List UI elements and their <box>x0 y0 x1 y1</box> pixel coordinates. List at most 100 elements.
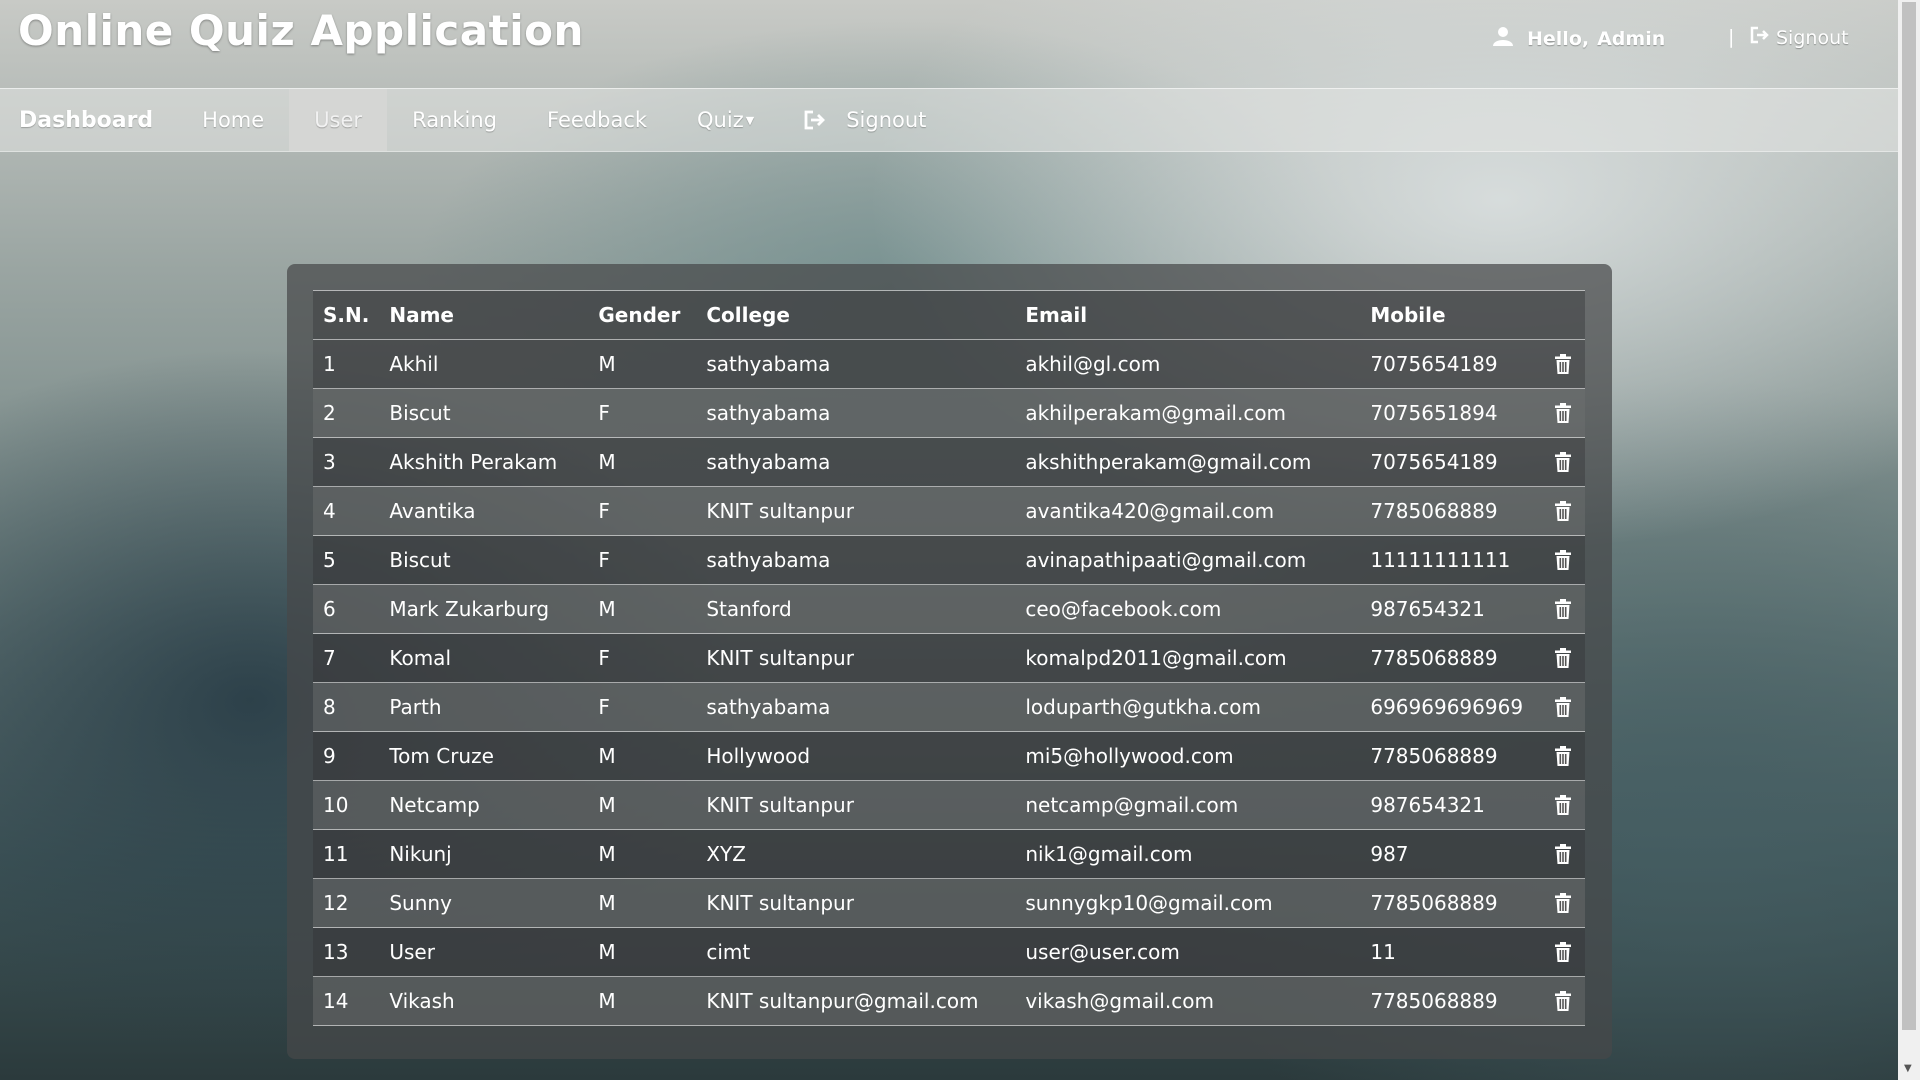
cell-gender: F <box>588 535 697 585</box>
cell-college: KNIT sultanpur <box>696 486 1016 536</box>
users-panel: S.N. Name Gender College Email Mobile 1A… <box>287 264 1612 1059</box>
cell-name: Nikunj <box>379 829 589 879</box>
cell-college: Hollywood <box>696 731 1016 781</box>
cell-college: KNIT sultanpur@gmail.com <box>696 976 1016 1026</box>
header: Online Quiz Application Hello, Admin | S… <box>0 0 1898 88</box>
delete-user-button[interactable] <box>1540 584 1585 634</box>
column-header-mobile: Mobile <box>1360 290 1541 340</box>
cell-gender: M <box>588 878 697 928</box>
nav-item-ranking[interactable]: Ranking <box>387 89 522 151</box>
cell-name: Biscut <box>379 388 589 438</box>
cell-college: KNIT sultanpur <box>696 633 1016 683</box>
cell-mobile: 987654321 <box>1360 780 1541 830</box>
nav-item-feedback[interactable]: Feedback <box>522 89 672 151</box>
cell-mobile: 11 <box>1360 927 1541 977</box>
cell-name: Tom Cruze <box>379 731 589 781</box>
cell-college: Stanford <box>696 584 1016 634</box>
greeting-hello: Hello, <box>1527 27 1590 50</box>
delete-user-button[interactable] <box>1540 633 1585 683</box>
cell-email: avinapathipaati@gmail.com <box>1015 535 1361 585</box>
signout-icon <box>1750 26 1770 49</box>
cell-college: KNIT sultanpur <box>696 878 1016 928</box>
table-header-row: S.N. Name Gender College Email Mobile <box>313 290 1585 340</box>
trash-icon <box>1550 354 1575 374</box>
delete-user-button[interactable] <box>1540 780 1585 830</box>
signout-icon <box>804 110 826 130</box>
cell-mobile: 987 <box>1360 829 1541 879</box>
cell-gender: F <box>588 682 697 732</box>
delete-user-button[interactable] <box>1540 486 1585 536</box>
cell-email: akshithperakam@gmail.com <box>1015 437 1361 487</box>
column-header-gender: Gender <box>588 290 697 340</box>
table-row: 3 Akshith Perakam Msathyabama akshithperaka… <box>313 437 1585 487</box>
nav-item-signout-label: Signout <box>846 108 927 132</box>
cell-email: akhil@gl.com <box>1015 339 1361 389</box>
cell-college: sathyabama <box>696 388 1016 438</box>
delete-user-button[interactable] <box>1540 878 1585 928</box>
table-row: 8 Parth Fsathyabama loduparth@gutkha.com 696… <box>313 682 1585 732</box>
cell-sn: 8 <box>313 682 380 732</box>
delete-user-button[interactable] <box>1540 976 1585 1026</box>
trash-icon <box>1550 893 1575 913</box>
app-title: Online Quiz Application <box>18 6 584 55</box>
cell-gender: M <box>588 437 697 487</box>
cell-mobile: 7075654189 <box>1360 437 1541 487</box>
cell-name: Biscut <box>379 535 589 585</box>
cell-sn: 3 <box>313 437 380 487</box>
delete-user-button[interactable] <box>1540 437 1585 487</box>
delete-user-button[interactable] <box>1540 339 1585 389</box>
table-row: 5 Biscut Fsathyabama avinapathipaati@gmail.… <box>313 535 1585 585</box>
cell-name: Komal <box>379 633 589 683</box>
cell-email: vikash@gmail.com <box>1015 976 1361 1026</box>
delete-user-button[interactable] <box>1540 388 1585 438</box>
delete-user-button[interactable] <box>1540 829 1585 879</box>
nav-item-quiz-label: Quiz <box>697 108 744 132</box>
cell-mobile: 7785068889 <box>1360 633 1541 683</box>
greeting-user: Admin <box>1597 27 1666 50</box>
cell-name: Akshith Perakam <box>379 437 589 487</box>
table-row: 6 Mark Zukarburg M Stanford ceo@facebook.com… <box>313 584 1585 634</box>
cell-email: ceo@facebook.com <box>1015 584 1361 634</box>
cell-gender: F <box>588 633 697 683</box>
cell-college: XYZ <box>696 829 1016 879</box>
header-signout-label: Signout <box>1776 26 1849 49</box>
cell-mobile: 987654321 <box>1360 584 1541 634</box>
trash-icon <box>1550 942 1575 962</box>
cell-mobile: 7075654189 <box>1360 339 1541 389</box>
vertical-scrollbar[interactable]: ▼ <box>1898 0 1920 1080</box>
nav-item-signout[interactable]: Signout <box>779 89 951 151</box>
delete-user-button[interactable] <box>1540 682 1585 732</box>
cell-college: sathyabama <box>696 535 1016 585</box>
cell-email: avantika420@gmail.com <box>1015 486 1361 536</box>
nav-item-user[interactable]: User <box>289 89 388 151</box>
scrollbar-thumb[interactable] <box>1902 2 1916 1030</box>
cell-email: user@user.com <box>1015 927 1361 977</box>
cell-email: mi5@hollywood.com <box>1015 731 1361 781</box>
trash-icon <box>1550 648 1575 668</box>
trash-icon <box>1550 403 1575 423</box>
cell-name: User <box>379 927 589 977</box>
table-row: 4 Avantika F KNIT sultanpur avantika420@gmai… <box>313 486 1585 536</box>
cell-sn: 12 <box>313 878 380 928</box>
trash-icon <box>1550 991 1575 1011</box>
cell-email: akhilperakam@gmail.com <box>1015 388 1361 438</box>
delete-user-button[interactable] <box>1540 535 1585 585</box>
scroll-down-arrow-icon[interactable]: ▼ <box>1904 1063 1912 1074</box>
table-row: 13 User Mcimt user@user.com 11 <box>313 927 1585 977</box>
delete-user-button[interactable] <box>1540 731 1585 781</box>
nav-item-quiz-dropdown[interactable]: Quiz ▼ <box>672 89 779 151</box>
column-header-college: College <box>696 290 1016 340</box>
cell-email: netcamp@gmail.com <box>1015 780 1361 830</box>
cell-email: komalpd2011@gmail.com <box>1015 633 1361 683</box>
trash-icon <box>1550 501 1575 521</box>
nav-item-home[interactable]: Home <box>177 89 289 151</box>
cell-mobile: 11111111111 <box>1360 535 1541 585</box>
delete-user-button[interactable] <box>1540 927 1585 977</box>
trash-icon <box>1550 795 1575 815</box>
table-row: 12 Sunny M KNIT sultanpur sunnygkp10@gmail.c… <box>313 878 1585 928</box>
cell-email: loduparth@gutkha.com <box>1015 682 1361 732</box>
nav-brand-dashboard[interactable]: Dashboard <box>0 89 177 151</box>
table-row: 7 Komal F KNIT sultanpur komalpd2011@gmail.c… <box>313 633 1585 683</box>
table-row: 11 Nikunj M XYZ nik1@gmail.com 987 <box>313 829 1585 879</box>
header-signout-link[interactable]: Signout <box>1750 26 1849 49</box>
